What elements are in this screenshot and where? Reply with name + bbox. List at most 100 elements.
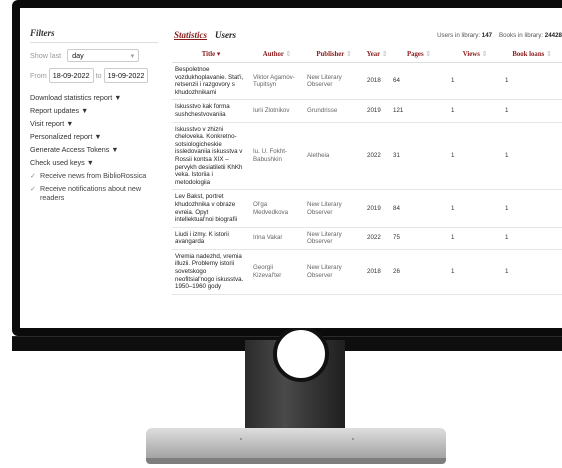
show-last-value: day xyxy=(72,51,84,60)
cell-author: Ol'ga Medvedkova xyxy=(250,189,304,228)
date-range-row: From 18-09-2022 to 19-09-2022 xyxy=(30,68,160,83)
checkmark-icon: ✓ xyxy=(30,171,37,180)
column-header-title[interactable]: Title ▾ xyxy=(172,46,250,63)
statistics-table: Title ▾ Author ⇕ Publisher ⇕ Year ⇕ Page… xyxy=(172,46,562,295)
table-header-row: Title ▾ Author ⇕ Publisher ⇕ Year ⇕ Page… xyxy=(172,46,562,63)
cell-publisher: Grundrisse xyxy=(304,99,364,123)
users-count-value: 147 xyxy=(481,32,493,39)
column-header-views[interactable]: Views ⇕ xyxy=(448,46,502,63)
table-row: Vremia nadezhd, vremia illuzii. Problemy… xyxy=(172,249,562,295)
table-row: Lev Bakst, portret khudozhnika v obraze … xyxy=(172,189,562,228)
monitor-stand-base-edge xyxy=(146,458,446,464)
cell-pages: 75 xyxy=(390,227,448,250)
cell-publisher: New Literary Observer xyxy=(304,189,364,228)
cell-year: 2019 xyxy=(364,99,390,123)
cell-publisher: New Literary Observer xyxy=(304,249,364,295)
chevron-down-icon: ▾ xyxy=(130,51,135,60)
monitor-stand-base xyxy=(146,428,446,462)
library-counts: Users in library: 147 Books in library: … xyxy=(437,32,562,39)
filters-title: Filters xyxy=(30,28,55,38)
cell-title[interactable]: Bespoletnoe vozdukhoplavanie. Stat'i, re… xyxy=(172,62,250,101)
books-count-label: Books in library: xyxy=(499,32,544,39)
personalized-report-link[interactable]: Personalized report ▼ xyxy=(30,132,160,141)
monitor-stand-cable-hole xyxy=(273,326,329,382)
show-last-row: Show last day ▾ xyxy=(30,49,160,62)
from-date-field[interactable]: 18-09-2022 xyxy=(48,68,94,83)
notifications-checkbox[interactable]: ✓ Receive notifications about new reader… xyxy=(30,184,160,202)
cell-year: 2018 xyxy=(364,62,390,101)
cell-title[interactable]: Lev Bakst, portret khudozhnika v obraze … xyxy=(172,189,250,228)
column-header-author[interactable]: Author ⇕ xyxy=(250,46,304,63)
report-updates-link[interactable]: Report updates ▼ xyxy=(30,106,160,115)
tab-statistics[interactable]: Statistics xyxy=(174,30,207,40)
cell-publisher: New Literary Observer xyxy=(304,62,364,101)
cell-views: 1 xyxy=(448,227,502,250)
tab-bar: Statistics Users xyxy=(174,30,236,40)
cell-title[interactable]: Iskusstvo v zhizni cheloveka. Konkretno-… xyxy=(172,122,250,191)
column-header-book-loans[interactable]: Book loans ⇕ xyxy=(502,46,562,63)
column-header-pages[interactable]: Pages ⇕ xyxy=(390,46,448,63)
sort-icon: ⇕ xyxy=(425,51,432,58)
cell-book-loans: 1 xyxy=(502,249,562,295)
cell-book-loans: 1 xyxy=(502,227,562,250)
cell-year: 2022 xyxy=(364,122,390,191)
books-count-value: 24428 xyxy=(544,32,562,39)
cell-views: 1 xyxy=(448,62,502,101)
cell-author: Iurii Zlotnikov xyxy=(250,99,304,123)
table-row: Iskusstvo kak forma sushchestvovaniia Iu… xyxy=(172,99,562,123)
checkmark-icon: ✓ xyxy=(30,184,37,193)
table-row: Iskusstvo v zhizni cheloveka. Konkretno-… xyxy=(172,122,562,191)
column-header-year[interactable]: Year ⇕ xyxy=(364,46,390,63)
cell-title[interactable]: Vremia nadezhd, vremia illuzii. Problemy… xyxy=(172,249,250,295)
cell-book-loans: 1 xyxy=(502,99,562,123)
cell-author: Iu. U. Fokht-Babushkin xyxy=(250,122,304,191)
cell-publisher: New Literary Observer xyxy=(304,227,364,250)
sort-desc-icon: ▾ xyxy=(216,51,221,58)
column-header-publisher[interactable]: Publisher ⇕ xyxy=(304,46,364,63)
cell-book-loans: 1 xyxy=(502,122,562,191)
cell-author: Viktor Agamov-Tupitsyn xyxy=(250,62,304,101)
sort-icon: ⇕ xyxy=(545,51,552,58)
cell-views: 1 xyxy=(448,99,502,123)
sort-icon: ⇕ xyxy=(345,51,352,58)
cell-author: Georgii Kizeval'ter xyxy=(250,249,304,295)
cell-year: 2018 xyxy=(364,249,390,295)
cell-publisher: Aletheia xyxy=(304,122,364,191)
news-checkbox[interactable]: ✓ Receive news from BiblioRossica xyxy=(30,171,160,180)
filters-sidebar: Filters Show last day ▾ From 18-09-2022 … xyxy=(30,8,160,202)
cell-title[interactable]: Liudi i izmy. K istorii avangarda xyxy=(172,227,250,250)
table-row: Bespoletnoe vozdukhoplavanie. Stat'i, re… xyxy=(172,62,562,101)
sort-icon: ⇕ xyxy=(481,51,488,58)
cell-pages: 84 xyxy=(390,189,448,228)
show-last-select[interactable]: day ▾ xyxy=(67,49,140,62)
show-last-label: Show last xyxy=(30,51,62,60)
check-used-keys-link[interactable]: Check used keys ▼ xyxy=(30,158,160,167)
divider xyxy=(30,42,158,43)
tab-users[interactable]: Users xyxy=(215,30,236,40)
table-row: Liudi i izmy. K istorii avangarda Irina … xyxy=(172,227,562,250)
visit-report-link[interactable]: Visit report ▼ xyxy=(30,119,160,128)
sort-icon: ⇕ xyxy=(285,51,292,58)
to-date-field[interactable]: 19-09-2022 xyxy=(103,68,149,83)
app-screen: Filters Show last day ▾ From 18-09-2022 … xyxy=(20,8,562,328)
report-links: Download statistics report ▼ Report upda… xyxy=(30,93,160,167)
news-checkbox-label: Receive news from BiblioRossica xyxy=(40,171,147,180)
cell-views: 1 xyxy=(448,249,502,295)
cell-book-loans: 1 xyxy=(502,62,562,101)
cell-book-loans: 1 xyxy=(502,189,562,228)
download-statistics-report-link[interactable]: Download statistics report ▼ xyxy=(30,93,160,102)
cell-title[interactable]: Iskusstvo kak forma sushchestvovaniia xyxy=(172,99,250,123)
cell-pages: 26 xyxy=(390,249,448,295)
cell-year: 2019 xyxy=(364,189,390,228)
users-count-label: Users in library: xyxy=(437,32,481,39)
cell-views: 1 xyxy=(448,122,502,191)
cell-pages: 64 xyxy=(390,62,448,101)
base-dot xyxy=(240,438,242,440)
to-label: to xyxy=(95,71,102,80)
generate-access-tokens-link[interactable]: Generate Access Tokens ▼ xyxy=(30,145,160,154)
base-dot xyxy=(352,438,354,440)
sort-icon: ⇕ xyxy=(381,51,388,58)
cell-pages: 31 xyxy=(390,122,448,191)
notifications-checkbox-label: Receive notifications about new readers xyxy=(40,184,142,202)
cell-views: 1 xyxy=(448,189,502,228)
